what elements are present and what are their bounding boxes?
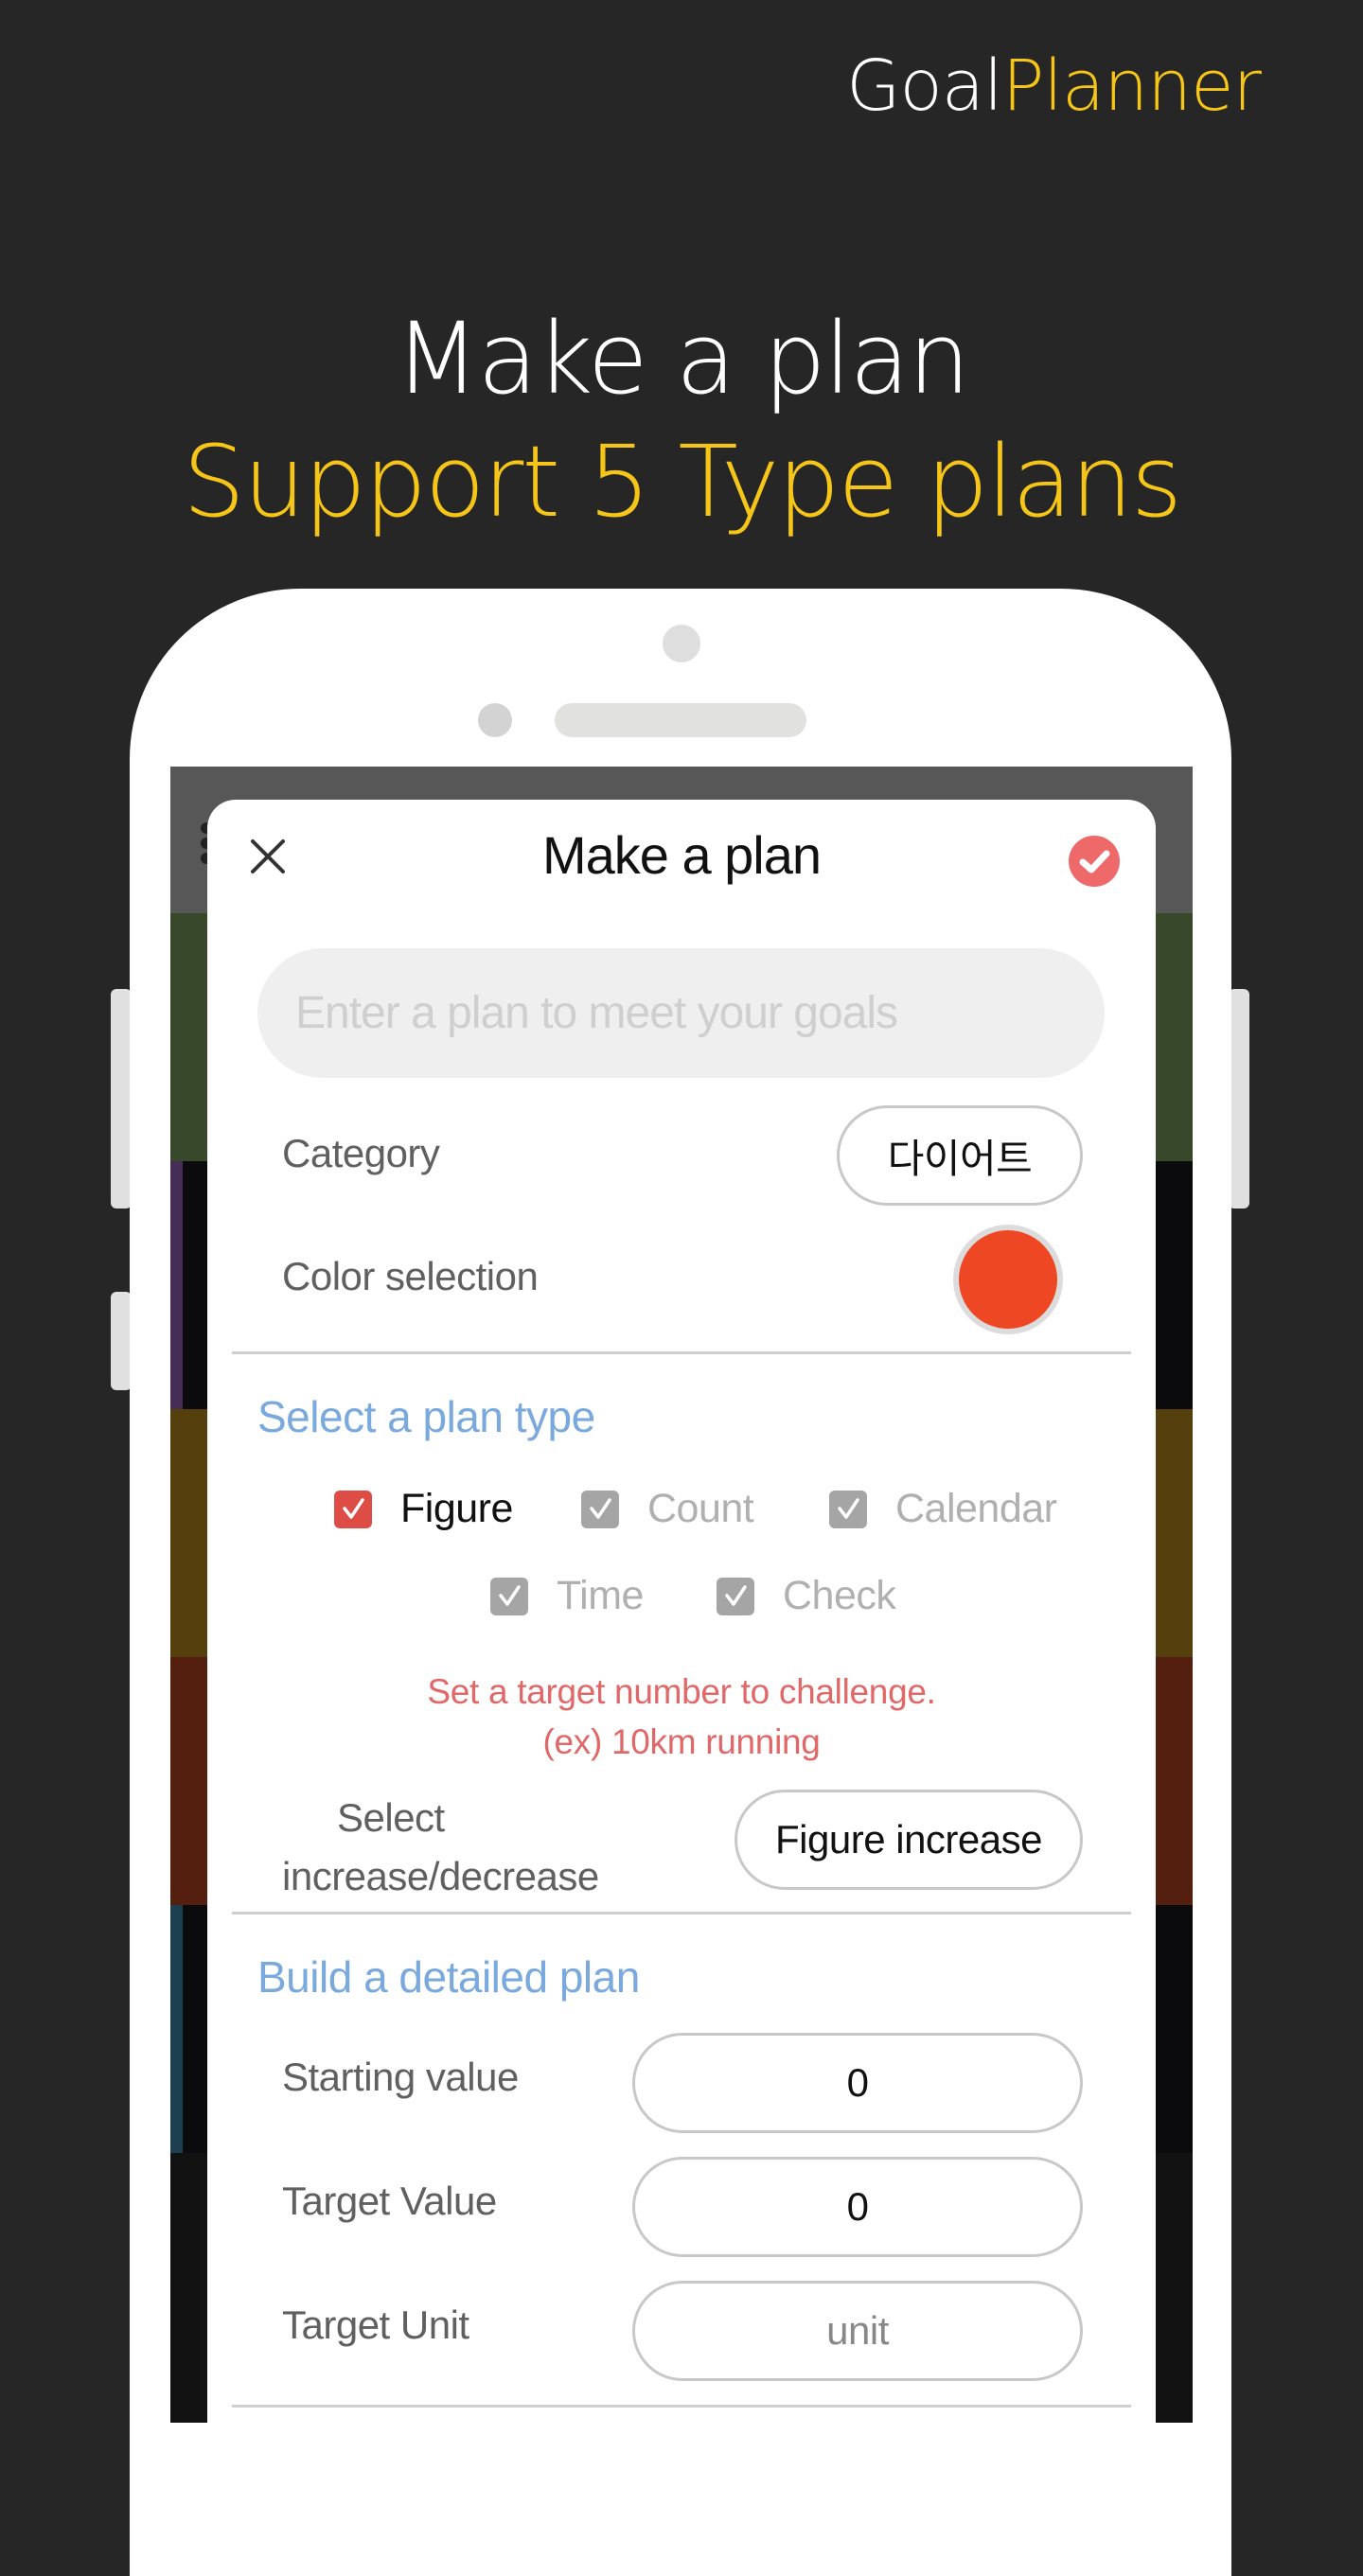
checkbox-unchecked-icon — [829, 1490, 867, 1528]
starting-value-input[interactable]: 0 — [632, 2033, 1083, 2133]
hero-subtitle: Support 5 Type plans — [182, 424, 1182, 539]
target-value-input[interactable]: 0 — [632, 2157, 1083, 2257]
make-plan-dialog: Make a plan Category 다이어트 Color selectio… — [207, 800, 1156, 2446]
category-select[interactable]: 다이어트 — [837, 1105, 1083, 1206]
phone-volume-down-button — [111, 1292, 132, 1390]
plan-type-label: Time — [557, 1573, 644, 1618]
plan-type-count[interactable]: Count — [581, 1486, 754, 1532]
phone-sensor — [478, 703, 512, 737]
confirm-button[interactable] — [1069, 836, 1120, 887]
checkbox-unchecked-icon — [490, 1577, 528, 1615]
checkbox-checked-icon — [334, 1490, 372, 1528]
detail-plan-title: Build a detailed plan — [257, 1952, 640, 2002]
starting-value-label: Starting value — [282, 2055, 519, 2099]
direction-select[interactable]: Figure increase — [735, 1790, 1083, 1890]
direction-label-line-2: increase/decrease — [282, 1854, 599, 1898]
phone-power-button — [1229, 989, 1249, 1209]
check-circle-icon — [1079, 850, 1110, 873]
phone-speaker — [555, 703, 806, 737]
phone-volume-up-button — [111, 989, 132, 1209]
brand-goal: Goal — [846, 45, 1003, 127]
hint-line-2: (ex) 10km running — [542, 1722, 821, 1761]
hint-line-1: Set a target number to challenge. — [427, 1672, 936, 1711]
brand-planner: Planner — [1001, 45, 1262, 127]
plan-type-label: Count — [647, 1486, 754, 1531]
plan-type-time[interactable]: Time — [490, 1573, 644, 1619]
plan-type-check[interactable]: Check — [717, 1573, 896, 1619]
plan-type-hint: Set a target number to challenge. (ex) 1… — [207, 1667, 1156, 1767]
color-selection-label: Color selection — [282, 1254, 539, 1298]
plan-name-input[interactable] — [257, 948, 1105, 1078]
plan-type-figure[interactable]: Figure — [334, 1486, 513, 1532]
direction-label: Select increase/decrease — [282, 1789, 623, 1906]
plan-type-title: Select a plan type — [257, 1392, 595, 1441]
plan-type-calendar[interactable]: Calendar — [829, 1486, 1057, 1532]
checkbox-unchecked-icon — [717, 1577, 754, 1615]
direction-label-line-1: Select — [337, 1795, 445, 1840]
target-value-label: Target Value — [282, 2179, 497, 2223]
dialog-title: Make a plan — [541, 825, 822, 885]
plan-type-label: Figure — [400, 1486, 513, 1531]
divider — [232, 1351, 1131, 1354]
checkbox-unchecked-icon — [581, 1490, 619, 1528]
divider — [232, 1912, 1131, 1914]
phone-camera — [663, 625, 700, 662]
plan-type-label: Check — [783, 1573, 896, 1618]
target-unit-label: Target Unit — [282, 2303, 469, 2347]
category-label: Category — [282, 1131, 440, 1175]
target-unit-input[interactable]: unit — [632, 2281, 1083, 2381]
brand-logo: GoalPlanner — [846, 45, 1262, 127]
plan-type-label: Calendar — [895, 1486, 1057, 1531]
hero-title: Make a plan — [394, 301, 970, 416]
divider — [232, 2405, 1131, 2408]
color-swatch[interactable] — [959, 1230, 1057, 1329]
